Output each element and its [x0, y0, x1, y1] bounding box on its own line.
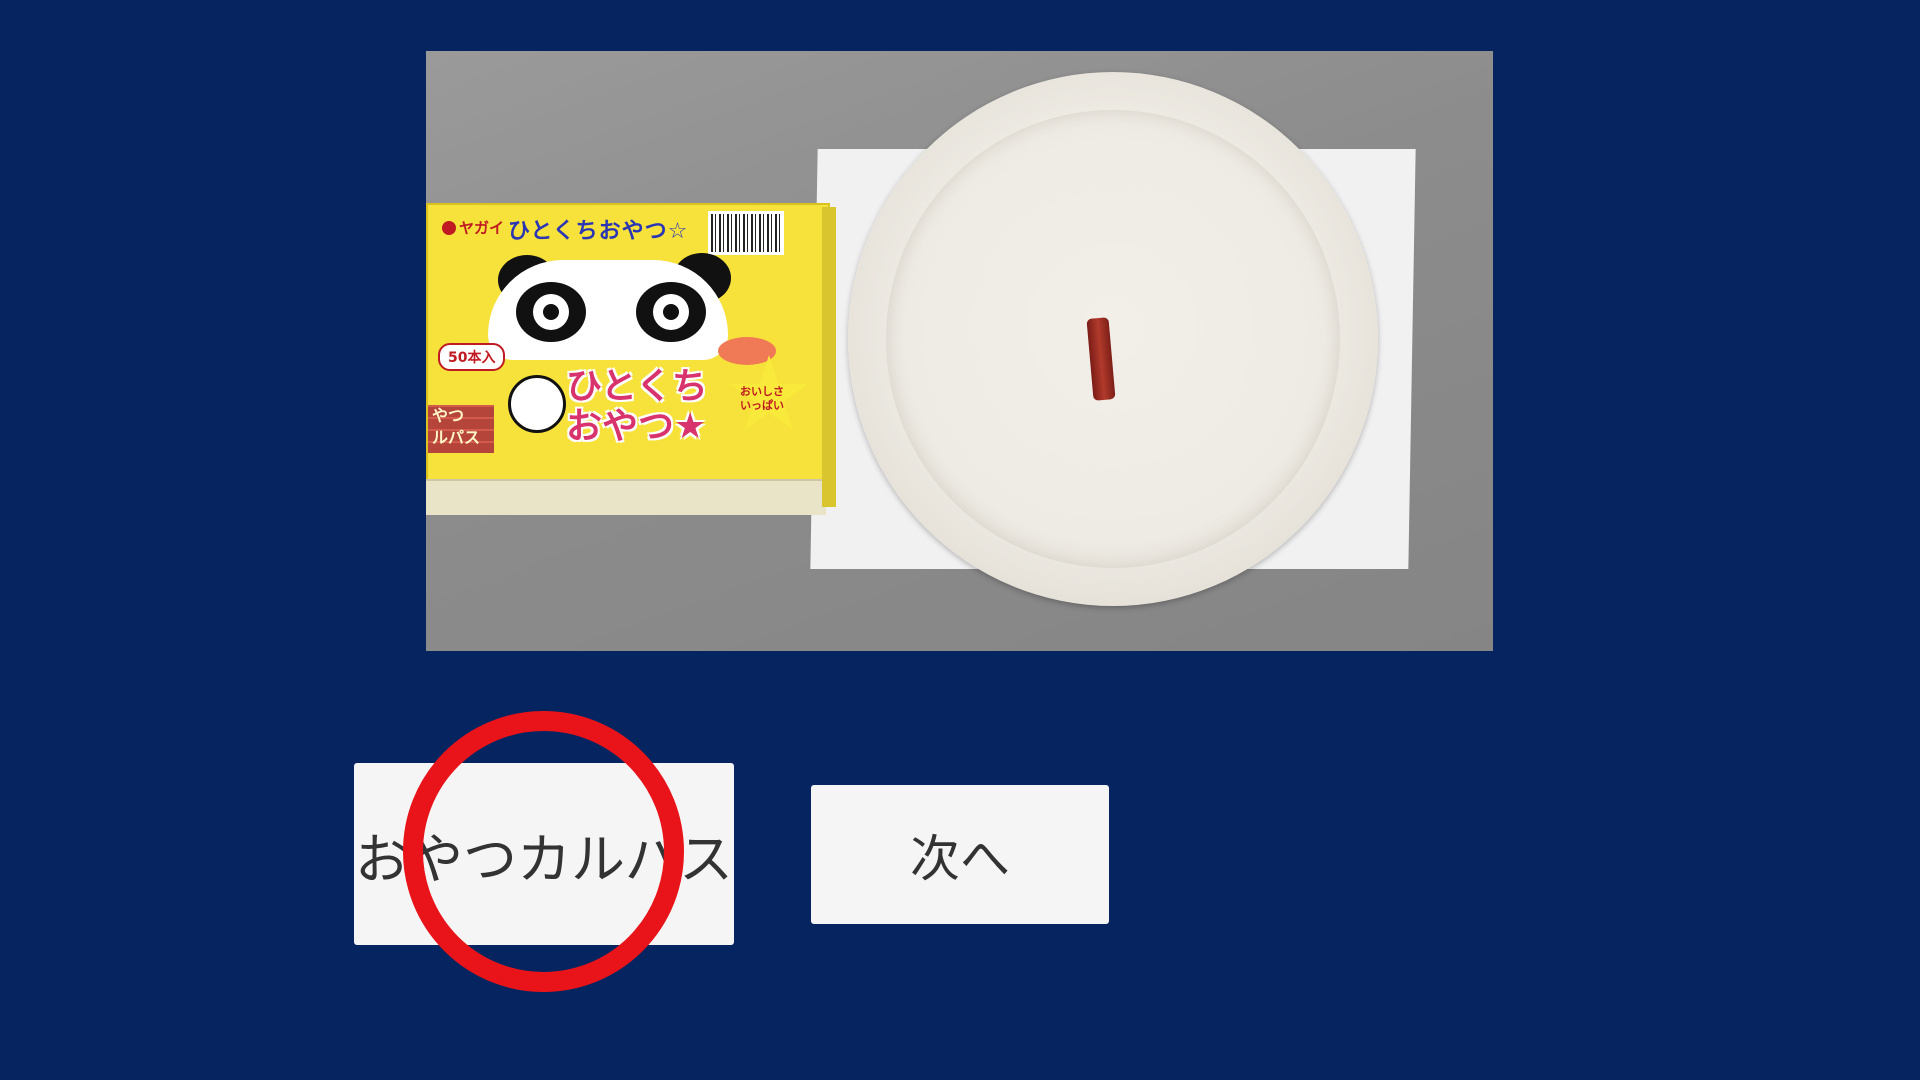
- next-button[interactable]: 次へ: [811, 785, 1109, 924]
- mini-panda-icon: [508, 375, 566, 433]
- brand-mark-icon: [442, 221, 456, 235]
- snack-photo: ヤガイ ひとくちおやつ☆ 50本入 やつ ルパス ひとくち おやつ★ おいしさ …: [426, 51, 1493, 651]
- quiz-screen: ヤガイ ひとくちおやつ☆ 50本入 やつ ルパス ひとくち おやつ★ おいしさ …: [0, 0, 1920, 1080]
- brick-label: やつ ルパス: [428, 405, 494, 453]
- box-title-small: ひとくちおやつ☆: [508, 219, 689, 244]
- box-front: [426, 479, 826, 515]
- star-text: おいしさ いっぱい: [740, 385, 784, 412]
- panda-eye-right: [636, 282, 706, 342]
- panda-face: [488, 260, 728, 360]
- box-title-big: ひとくち おやつ★: [566, 366, 708, 447]
- answer-button[interactable]: おやつカルパス: [354, 763, 734, 945]
- plate: [848, 72, 1378, 606]
- panda-eye-left: [516, 282, 586, 342]
- barcode: [708, 211, 784, 255]
- box-side: [822, 207, 836, 507]
- count-badge: 50本入: [438, 343, 506, 371]
- box-lid: ヤガイ ひとくちおやつ☆ 50本入 やつ ルパス ひとくち おやつ★ おいしさ …: [426, 203, 830, 487]
- brand-logo: ヤガイ: [442, 217, 504, 238]
- snack-box: ヤガイ ひとくちおやつ☆ 50本入 やつ ルパス ひとくち おやつ★ おいしさ …: [426, 203, 836, 515]
